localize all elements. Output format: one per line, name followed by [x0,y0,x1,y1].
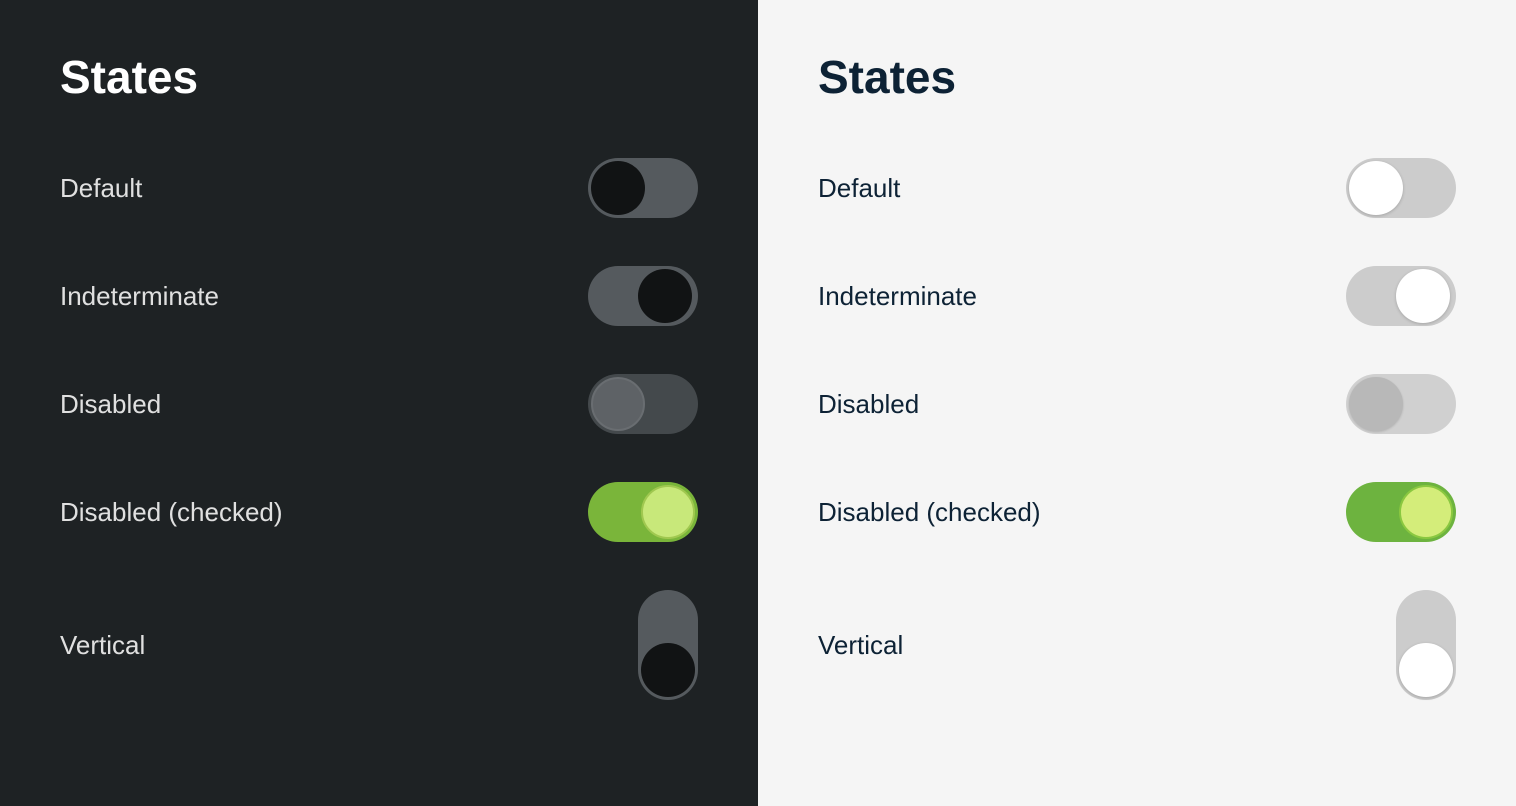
light-disabled-checked-thumb [1399,485,1453,539]
light-vertical-thumb [1399,643,1453,697]
dark-disabled-row: Disabled [60,350,698,458]
dark-indeterminate-toggle-container [588,266,698,326]
light-indeterminate-toggle[interactable] [1346,266,1456,326]
dark-vertical-toggle-container [638,590,698,700]
light-indeterminate-thumb [1396,269,1450,323]
dark-panel-title: States [60,50,698,104]
dark-disabled-thumb [591,377,645,431]
light-default-label: Default [818,173,900,204]
dark-disabled-checked-toggle [588,482,698,542]
dark-disabled-checked-thumb [641,485,695,539]
dark-default-row: Default [60,134,698,242]
light-default-thumb [1349,161,1403,215]
dark-vertical-thumb [641,643,695,697]
light-vertical-toggle-container [1396,590,1456,700]
light-disabled-checked-toggle [1346,482,1456,542]
dark-disabled-checked-row: Disabled (checked) [60,458,698,566]
dark-default-toggle[interactable] [588,158,698,218]
dark-indeterminate-row: Indeterminate [60,242,698,350]
dark-disabled-checked-label: Disabled (checked) [60,497,283,528]
light-disabled-toggle [1346,374,1456,434]
light-disabled-row: Disabled [818,350,1456,458]
dark-indeterminate-label: Indeterminate [60,281,219,312]
light-vertical-toggle[interactable] [1396,590,1456,700]
light-vertical-row: Vertical [818,566,1456,724]
dark-vertical-toggle[interactable] [638,590,698,700]
light-vertical-label: Vertical [818,630,903,661]
dark-disabled-checked-toggle-container [588,482,698,542]
light-disabled-label: Disabled [818,389,919,420]
light-default-toggle[interactable] [1346,158,1456,218]
dark-disabled-toggle-container [588,374,698,434]
light-disabled-checked-label: Disabled (checked) [818,497,1041,528]
light-panel-title: States [818,50,1456,104]
dark-vertical-row: Vertical [60,566,698,724]
dark-indeterminate-toggle[interactable] [588,266,698,326]
dark-panel: States Default Indeterminate Disabled Di… [0,0,758,806]
light-panel: States Default Indeterminate Disabled Di… [758,0,1516,806]
dark-indeterminate-thumb [638,269,692,323]
light-indeterminate-row: Indeterminate [818,242,1456,350]
light-default-toggle-container [1346,158,1456,218]
dark-vertical-label: Vertical [60,630,145,661]
dark-disabled-label: Disabled [60,389,161,420]
light-indeterminate-label: Indeterminate [818,281,977,312]
light-indeterminate-toggle-container [1346,266,1456,326]
dark-default-label: Default [60,173,142,204]
light-disabled-checked-toggle-container [1346,482,1456,542]
light-disabled-thumb [1349,377,1403,431]
light-default-row: Default [818,134,1456,242]
light-disabled-checked-row: Disabled (checked) [818,458,1456,566]
light-disabled-toggle-container [1346,374,1456,434]
dark-disabled-toggle [588,374,698,434]
dark-default-toggle-container [588,158,698,218]
dark-default-thumb [591,161,645,215]
